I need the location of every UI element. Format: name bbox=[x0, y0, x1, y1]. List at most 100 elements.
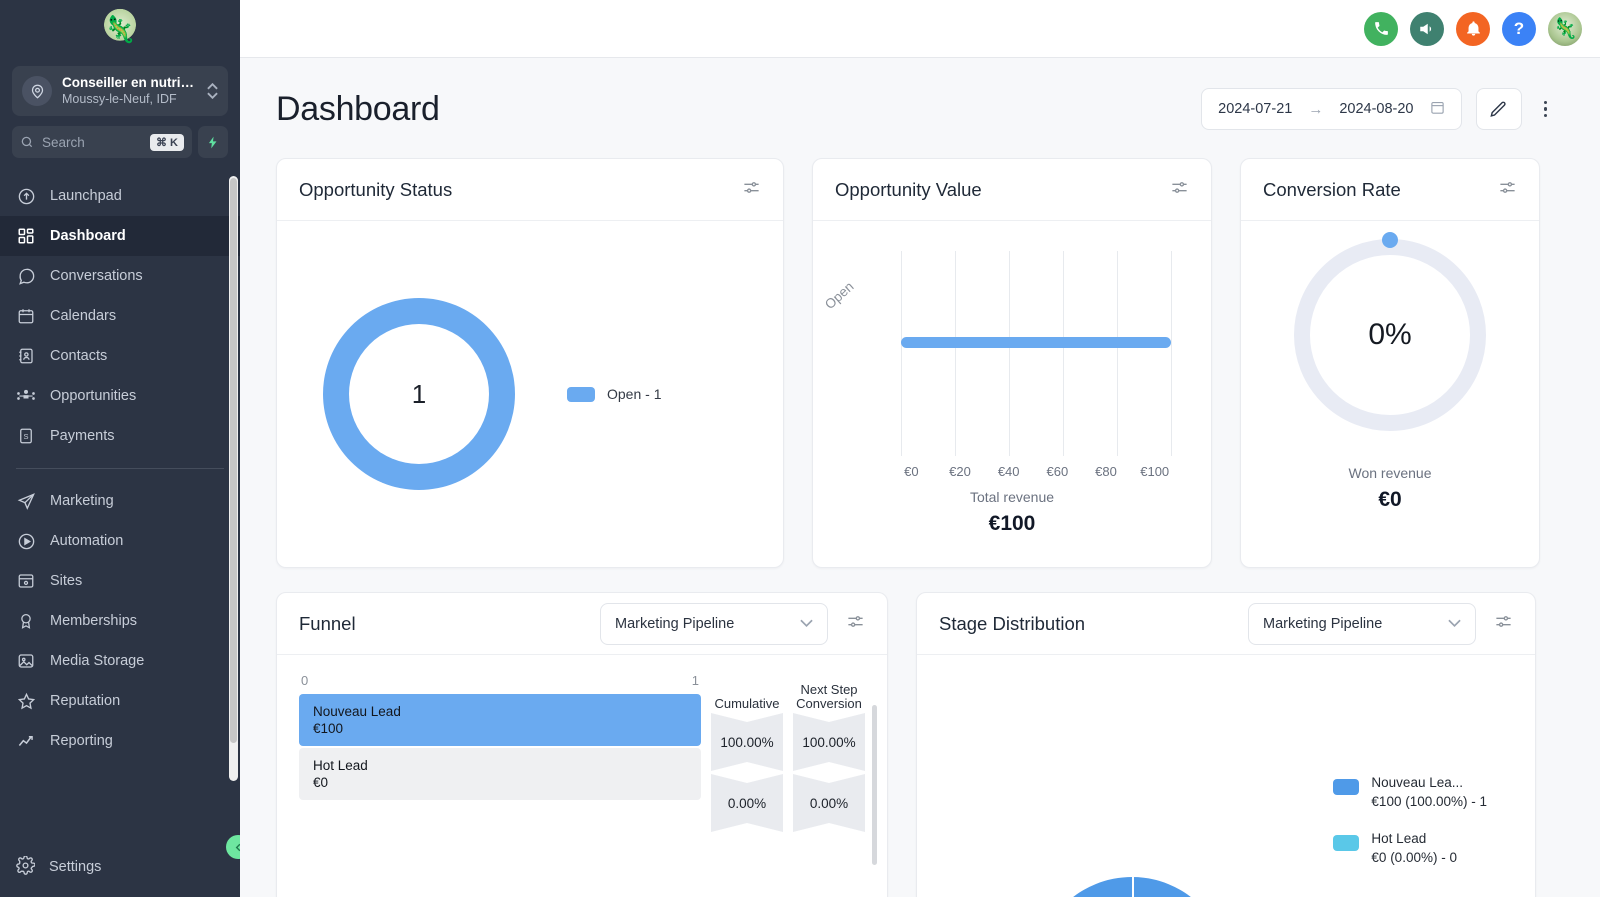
opportunity-status-chart: 1 Open - 1 bbox=[277, 221, 783, 567]
value-bar[interactable] bbox=[901, 337, 1171, 348]
x-axis-ticks: €0 €20 €40 €60 €80 €100 bbox=[887, 464, 1179, 479]
legend-label: Nouveau Lea... bbox=[1371, 773, 1487, 792]
arrow-right-icon: → bbox=[1308, 101, 1323, 118]
search-input[interactable]: Search ⌘ K bbox=[12, 126, 192, 158]
chat-bubble-icon bbox=[16, 266, 36, 286]
announcement-button[interactable] bbox=[1410, 12, 1444, 46]
user-avatar-icon: 🦎 bbox=[1553, 16, 1578, 41]
calendar-icon bbox=[16, 306, 36, 326]
sliders-icon[interactable] bbox=[1498, 178, 1517, 202]
notifications-button[interactable] bbox=[1456, 12, 1490, 46]
column-header: Next Step Conversion bbox=[793, 673, 865, 713]
legend-item[interactable]: Open - 1 bbox=[567, 386, 661, 402]
card-opportunity-status: Opportunity Status 1 bbox=[276, 158, 784, 568]
sidebar-item-label: Marketing bbox=[50, 493, 114, 509]
stage-pipeline-select[interactable]: Marketing Pipeline bbox=[1248, 603, 1476, 645]
sidebar-item-opportunities[interactable]: Opportunities bbox=[0, 376, 240, 416]
sidebar-item-conversations[interactable]: Conversations bbox=[0, 256, 240, 296]
sparkle-button[interactable] bbox=[198, 126, 228, 158]
funnel-column-cumulative: Cumulative 100.00% 0.00% bbox=[711, 673, 783, 835]
sidebar-divider bbox=[16, 468, 224, 469]
gauge-ring: 0% bbox=[1294, 239, 1486, 431]
legend-label: Open - 1 bbox=[607, 386, 661, 402]
date-start[interactable]: 2024-07-21 bbox=[1218, 101, 1292, 117]
main-content: ? 🦎 Dashboard 2024-07-21 → 2024-08-20 bbox=[240, 0, 1600, 897]
selected-pipeline: Marketing Pipeline bbox=[615, 616, 734, 632]
legend-item[interactable]: Nouveau Lea... €100 (100.00%) - 1 bbox=[1333, 773, 1487, 811]
card-title: Conversion Rate bbox=[1263, 179, 1401, 201]
next-step-cell: 100.00% bbox=[793, 713, 865, 771]
gridline bbox=[955, 251, 956, 456]
sliders-icon[interactable] bbox=[1170, 178, 1189, 202]
card-header-controls: Marketing Pipeline bbox=[600, 603, 865, 645]
chart-footer: Total revenue €100 bbox=[813, 489, 1211, 554]
sidebar-item-sites[interactable]: Sites bbox=[0, 561, 240, 601]
date-range-picker[interactable]: 2024-07-21 → 2024-08-20 bbox=[1201, 88, 1461, 130]
gridline bbox=[1009, 251, 1010, 456]
stage-distribution-chart: Nouveau Lea... €100 (100.00%) - 1 Hot Le… bbox=[917, 655, 1535, 897]
sidebar-item-label: Launchpad bbox=[50, 188, 122, 204]
brand-logo[interactable]: 🦎 bbox=[0, 0, 240, 58]
stage-value: €0 bbox=[313, 774, 701, 791]
sidebar-item-contacts[interactable]: Contacts bbox=[0, 336, 240, 376]
funnel-stage-bar[interactable]: Hot Lead €0 bbox=[299, 748, 701, 800]
cumulative-cell: 0.00% bbox=[711, 774, 783, 832]
funnel-stage-bar[interactable]: Nouveau Lead €100 bbox=[299, 694, 701, 746]
search-icon bbox=[20, 135, 34, 149]
bar-category-label: Open bbox=[822, 279, 857, 312]
badge-icon bbox=[16, 611, 36, 631]
card-header: Opportunity Status bbox=[277, 159, 783, 221]
gridline bbox=[1063, 251, 1064, 456]
sidebar-item-memberships[interactable]: Memberships bbox=[0, 601, 240, 641]
edit-dashboard-button[interactable] bbox=[1476, 88, 1522, 130]
legend-item[interactable]: Hot Lead €0 (0.00%) - 0 bbox=[1333, 829, 1487, 867]
sidebar-item-label: Calendars bbox=[50, 308, 116, 324]
card-header: Conversion Rate bbox=[1241, 159, 1539, 221]
sliders-icon[interactable] bbox=[846, 612, 865, 636]
sidebar-scrollbar-thumb[interactable] bbox=[230, 178, 237, 743]
svg-text:S: S bbox=[23, 432, 28, 441]
sidebar-item-calendars[interactable]: Calendars bbox=[0, 296, 240, 336]
chevron-down-icon bbox=[1448, 619, 1461, 628]
trend-up-icon bbox=[16, 731, 36, 751]
gauge-marker bbox=[1382, 232, 1398, 248]
legend-swatch bbox=[1333, 835, 1359, 851]
x-tick: €40 bbox=[984, 464, 1033, 479]
sidebar-scrollbar[interactable] bbox=[229, 176, 238, 781]
location-switcher[interactable]: Conseiller en nutrition Moussy-le-Neuf, … bbox=[12, 66, 228, 116]
date-end[interactable]: 2024-08-20 bbox=[1339, 101, 1413, 117]
plot-area bbox=[901, 251, 1171, 456]
profile-avatar[interactable]: 🦎 bbox=[1548, 12, 1582, 46]
x-tick: €80 bbox=[1082, 464, 1131, 479]
funnel-pipeline-select[interactable]: Marketing Pipeline bbox=[600, 603, 828, 645]
stage-name: Hot Lead bbox=[313, 757, 701, 774]
paper-plane-icon bbox=[16, 491, 36, 511]
sidebar-item-automation[interactable]: Automation bbox=[0, 521, 240, 561]
sliders-icon[interactable] bbox=[742, 178, 761, 202]
dashboard-more-menu[interactable] bbox=[1536, 97, 1556, 122]
card-title: Funnel bbox=[299, 613, 356, 635]
sidebar-item-settings[interactable]: Settings bbox=[0, 837, 240, 897]
sidebar-item-launchpad[interactable]: Launchpad bbox=[0, 176, 240, 216]
sidebar-item-media-storage[interactable]: Media Storage bbox=[0, 641, 240, 681]
sliders-icon[interactable] bbox=[1494, 612, 1513, 636]
chevron-updown-icon bbox=[207, 83, 218, 99]
sidebar-item-label: Opportunities bbox=[50, 388, 136, 404]
sidebar-item-dashboard[interactable]: Dashboard bbox=[0, 216, 240, 256]
sidebar-item-label: Dashboard bbox=[50, 228, 126, 244]
star-icon bbox=[16, 691, 36, 711]
sidebar-item-payments[interactable]: S Payments bbox=[0, 416, 240, 456]
sidebar-item-label: Reputation bbox=[50, 693, 120, 709]
kebab-menu-icon bbox=[1544, 101, 1548, 105]
card-title: Stage Distribution bbox=[939, 613, 1085, 635]
gauge-value: 0% bbox=[1368, 318, 1411, 352]
browser-window-icon bbox=[16, 571, 36, 591]
help-button[interactable]: ? bbox=[1502, 12, 1536, 46]
funnel-scrollbar[interactable] bbox=[872, 705, 877, 865]
header-tools: 2024-07-21 → 2024-08-20 bbox=[1201, 88, 1555, 130]
sidebar-item-reporting[interactable]: Reporting bbox=[0, 721, 240, 761]
phone-button[interactable] bbox=[1364, 12, 1398, 46]
sidebar-item-marketing[interactable]: Marketing bbox=[0, 481, 240, 521]
sidebar-item-reputation[interactable]: Reputation bbox=[0, 681, 240, 721]
x-tick: €20 bbox=[936, 464, 985, 479]
